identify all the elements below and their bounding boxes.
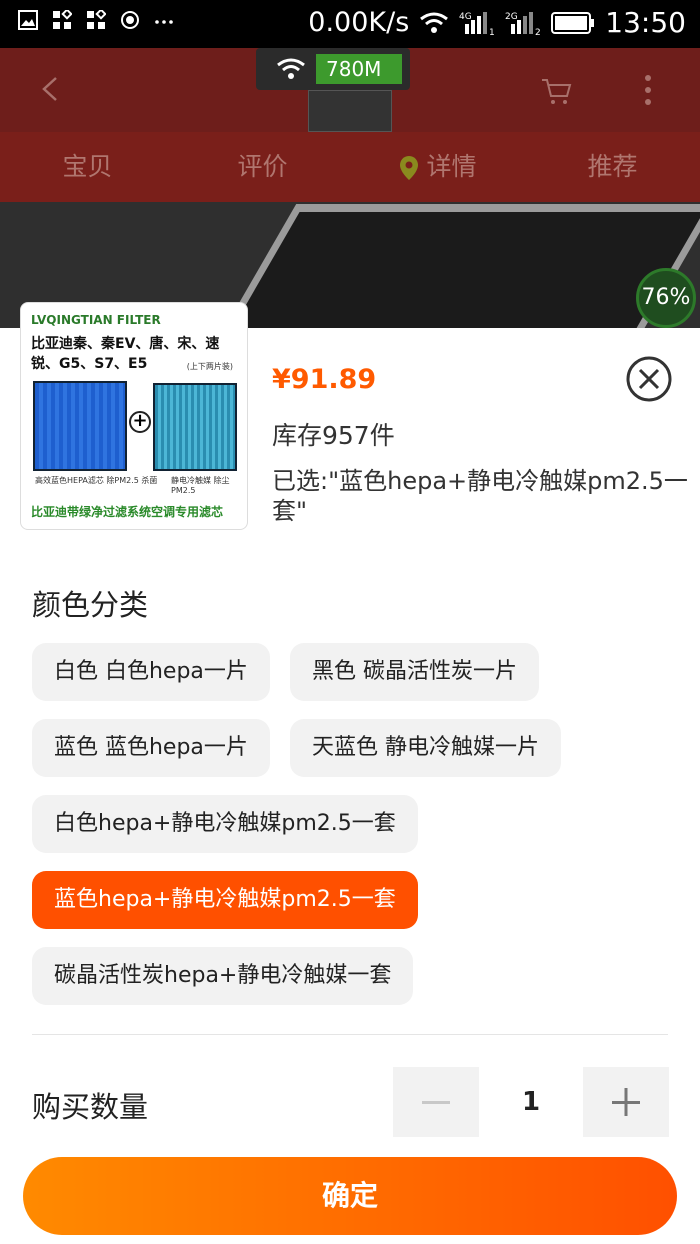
bg-header: 780M [0,48,700,132]
confirm-button[interactable]: 确定 [23,1157,677,1235]
background-page: 780M 宝贝 评价 详情 推荐 [0,48,700,328]
quantity-increase-button[interactable] [583,1067,669,1137]
sim2-label: 2 [535,28,541,36]
stock: 库存957件 [272,421,395,450]
apps-icon [53,10,72,29]
selected-sku: 已选:"蓝色hepa+静电冷触媒pm2.5一套" [272,467,688,525]
progress-badge: 76% [636,268,696,328]
gallery-icon [18,10,38,30]
bg-tab-bar: 宝贝 评价 详情 推荐 [0,132,700,202]
close-icon[interactable] [625,355,673,403]
network-overlay: 780M [256,48,410,90]
more-icon[interactable] [640,72,656,108]
image-caption-left: 高效蓝色HEPA滤芯 除PM2.5 杀菌 [35,476,158,485]
overlay-speed: 780M [316,54,402,84]
plus-icon [612,1088,640,1116]
product-thumbnail: LVQINGTIAN FILTER 比亚迪秦、秦EV、唐、宋、速锐、G5、S7、… [20,302,248,530]
minus-icon [422,1101,450,1104]
status-bar: 0.00K/s 4G 1 2G 2 13:50 [0,0,700,48]
color-option-skyblue-electrostatic[interactable]: 天蓝色 静电冷触媒一片 [290,719,561,777]
signal-4g-icon: 4G 1 [459,11,495,36]
tab-recommend[interactable]: 推荐 [525,132,700,202]
electrostatic-filter-image [153,383,237,471]
color-option-white-hepa[interactable]: 白色 白色hepa一片 [32,643,270,701]
wifi-icon [420,12,449,33]
color-option-black-carbon[interactable]: 黑色 碳晶活性炭一片 [290,643,539,701]
tab-details[interactable]: 详情 [350,132,525,202]
location-pin-icon [399,156,418,180]
status-right: 0.00K/s 4G 1 2G 2 13:50 [308,6,686,39]
record-icon [121,11,139,29]
status-left-icons [18,10,174,30]
image-caption-right: 静电冷触媒 除尘PM2.5 [171,476,230,495]
color-option-carbon-set[interactable]: 碳晶活性炭hepa+静电冷触媒一套 [32,947,414,1005]
mini-thumbnail [308,90,392,132]
hepa-filter-image [33,381,127,471]
signal-2g-icon: 2G 2 [505,11,541,36]
quantity-decrease-button[interactable] [393,1067,479,1137]
apps-icon-2 [87,10,106,29]
network-speed: 0.00K/s [308,7,410,38]
more-notifications-icon [155,20,173,24]
photo-frame [203,204,700,328]
color-option-blue-hepa[interactable]: 蓝色 蓝色hepa一片 [32,719,270,777]
network-2g-label: 2G [505,12,518,22]
color-option-blue-set[interactable]: 蓝色hepa+静电冷触媒pm2.5一套 [32,871,418,929]
tab-details-label: 详情 [426,152,477,181]
tab-baobei[interactable]: 宝贝 [0,132,175,202]
quantity-value[interactable]: 1 [480,1067,582,1137]
battery-icon [551,11,595,34]
plus-icon: + [129,411,151,433]
quantity-label: 购买数量 [32,1090,149,1124]
color-option-white-set[interactable]: 白色hepa+静电冷触媒pm2.5一套 [32,795,418,853]
tab-reviews[interactable]: 评价 [175,132,350,202]
color-section-title: 颜色分类 [32,588,149,622]
price: ¥91.89 [272,364,377,395]
divider [32,1034,668,1035]
wifi-icon [277,58,305,79]
cart-icon[interactable] [540,76,572,106]
network-4g-label: 4G [459,12,472,22]
image-brand: LVQINGTIAN FILTER [31,313,161,327]
image-sub: (上下两片装) [186,362,233,371]
clock: 13:50 [605,6,686,39]
back-icon[interactable] [38,76,64,102]
image-slogan: 比亚迪带绿净过滤系统空调专用滤芯 [31,505,224,519]
sim1-label: 1 [489,28,495,36]
